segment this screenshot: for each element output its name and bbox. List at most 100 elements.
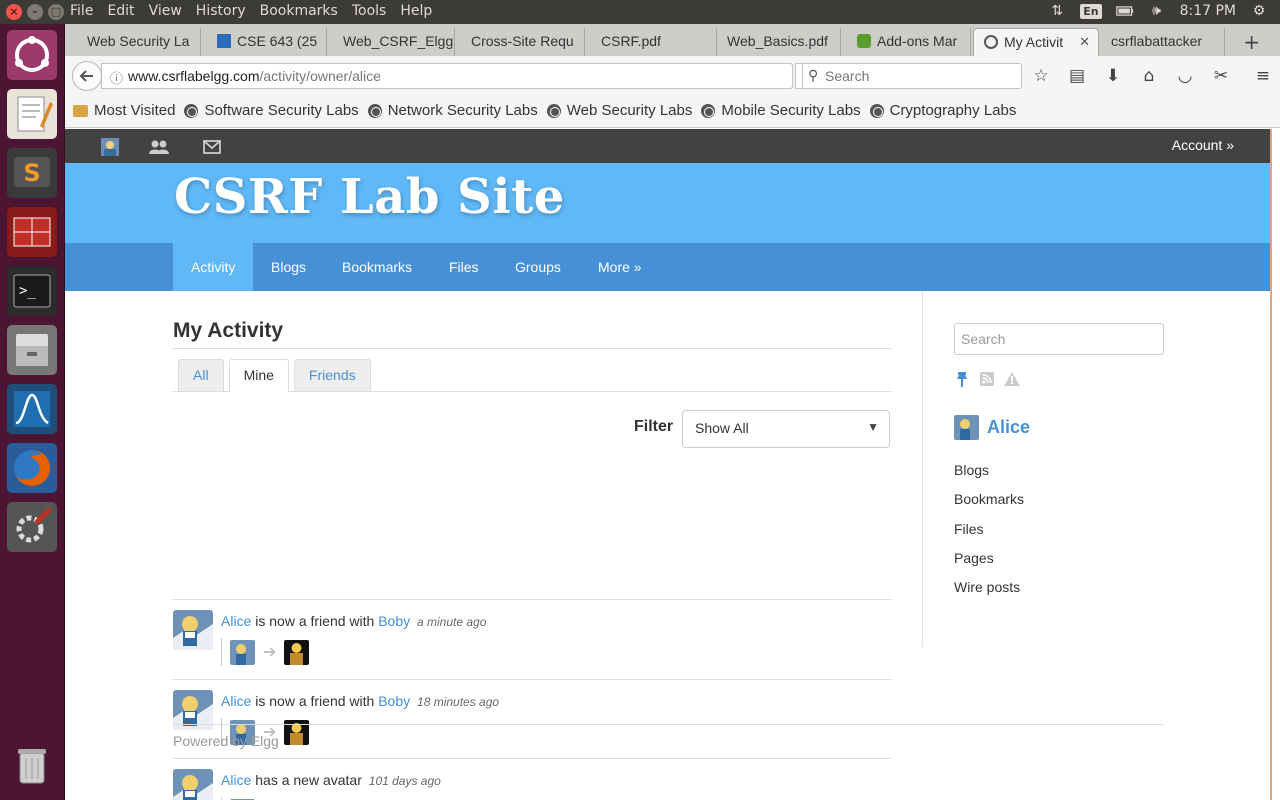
- tab-add-ons-manager[interactable]: Add-ons Mar: [847, 28, 971, 56]
- bookmark-web-security-labs[interactable]: Web Security Labs: [546, 102, 692, 119]
- pocket-icon[interactable]: ◡: [1174, 65, 1196, 87]
- info-icon[interactable]: ⓘ: [110, 68, 123, 87]
- terminal-icon[interactable]: >_: [7, 266, 57, 316]
- menu-edit[interactable]: Edit: [107, 3, 134, 19]
- window-minimize-button[interactable]: –: [27, 4, 43, 20]
- tab-friends[interactable]: Friends: [293, 359, 371, 391]
- keyboard-layout-indicator[interactable]: En: [1080, 3, 1102, 19]
- new-tab-button[interactable]: +: [1243, 30, 1260, 54]
- object-link[interactable]: Boby: [378, 693, 410, 709]
- owner-menu-pages[interactable]: Pages: [954, 550, 1024, 579]
- wireshark-icon[interactable]: [7, 384, 57, 434]
- bookmark-most-visited[interactable]: Most Visited: [73, 102, 175, 119]
- user-avatar-icon[interactable]: [99, 136, 121, 158]
- alice-avatar[interactable]: [173, 769, 213, 800]
- nav-bookmarks[interactable]: Bookmarks: [324, 243, 430, 291]
- menu-bookmarks[interactable]: Bookmarks: [260, 3, 338, 19]
- subject-link[interactable]: Alice: [221, 613, 251, 629]
- url-bar[interactable]: ⓘ www.csrflabelgg.com/activity/owner/ali…: [101, 63, 793, 89]
- owner-name-link[interactable]: Alice: [987, 417, 1030, 438]
- globe-icon: [184, 103, 199, 118]
- menu-view[interactable]: View: [149, 3, 182, 19]
- hamburger-menu-icon[interactable]: ≡: [1252, 65, 1274, 87]
- river-verb: is now a friend with: [255, 693, 375, 709]
- bookmark-mobile-security-labs[interactable]: Mobile Security Labs: [701, 102, 861, 119]
- terminal-red-icon[interactable]: [7, 207, 57, 257]
- site-title[interactable]: CSRF Lab Site: [174, 169, 565, 225]
- reading-list-icon[interactable]: ▤: [1066, 65, 1088, 87]
- gear-icon[interactable]: ⚙: [1250, 2, 1268, 20]
- ubuntu-dash-icon[interactable]: [7, 30, 57, 80]
- puzzle-icon: [857, 34, 871, 48]
- tab-web-csrf-elgg[interactable]: Web_CSRF_Elgg: [333, 28, 455, 56]
- sidebar: Search Alice Blogs Bookmarks Files Pages…: [922, 291, 1205, 647]
- firefox-icon[interactable]: [7, 443, 57, 493]
- boby-thumbnail[interactable]: [284, 639, 310, 665]
- volume-icon[interactable]: 🕪: [1148, 2, 1166, 20]
- menu-file[interactable]: File: [70, 3, 93, 19]
- owner-menu-bookmarks[interactable]: Bookmarks: [954, 491, 1024, 520]
- bookmark-star-icon[interactable]: ☆: [1030, 65, 1052, 87]
- tab-label: Web_CSRF_Elgg: [343, 33, 454, 49]
- menu-tools[interactable]: Tools: [352, 3, 387, 19]
- nav-activity[interactable]: Activity: [173, 243, 254, 291]
- alice-thumbnail[interactable]: [230, 639, 255, 665]
- tab-csrflabattacker[interactable]: csrflabattacker: [1101, 28, 1225, 56]
- tab-cross-site-request[interactable]: Cross-Site Requ: [461, 28, 585, 56]
- tab-mine[interactable]: Mine: [228, 359, 289, 392]
- window-close-button[interactable]: ×: [6, 4, 22, 20]
- messages-icon[interactable]: [201, 136, 223, 158]
- back-button[interactable]: [72, 61, 102, 91]
- tab-all[interactable]: All: [178, 359, 224, 391]
- owner-menu: Blogs Bookmarks Files Pages Wire posts: [954, 462, 1024, 608]
- bookmark-network-security-labs[interactable]: Network Security Labs: [367, 102, 538, 119]
- object-link[interactable]: Boby: [378, 613, 410, 629]
- bookmark-software-security-labs[interactable]: Software Security Labs: [184, 102, 359, 119]
- subject-link[interactable]: Alice: [221, 693, 251, 709]
- trash-icon[interactable]: [7, 740, 57, 790]
- nav-files[interactable]: Files: [431, 243, 497, 291]
- battery-icon[interactable]: [1115, 2, 1134, 20]
- text-editor-icon[interactable]: [7, 89, 57, 139]
- system-settings-icon[interactable]: [7, 502, 57, 552]
- subject-link[interactable]: Alice: [221, 772, 251, 788]
- downloads-icon[interactable]: ⬇: [1102, 65, 1124, 87]
- sublime-text-icon[interactable]: S: [7, 148, 57, 198]
- river-item: Alice is now a friend with Boby a minute…: [173, 599, 891, 679]
- tab-cse643[interactable]: CSE 643 (25: [207, 28, 327, 56]
- river-timestamp: 101 days ago: [368, 774, 441, 788]
- menu-help[interactable]: Help: [400, 3, 432, 19]
- tab-my-activity[interactable]: My Activit ✕: [973, 28, 1099, 56]
- owner-menu-wire-posts[interactable]: Wire posts: [954, 579, 1024, 608]
- browser-search-placeholder: Search: [825, 68, 870, 84]
- network-icon[interactable]: ⇅: [1048, 2, 1066, 20]
- files-icon[interactable]: [7, 325, 57, 375]
- alice-avatar[interactable]: [173, 610, 213, 650]
- rss-icon[interactable]: [979, 371, 995, 387]
- home-icon[interactable]: ⌂: [1138, 65, 1160, 87]
- filter-select[interactable]: Show All ▼: [682, 410, 890, 448]
- tab-csrf-pdf[interactable]: CSRF.pdf: [591, 28, 717, 56]
- nav-blogs[interactable]: Blogs: [253, 243, 324, 291]
- system-clock[interactable]: 8:17 PM: [1180, 3, 1236, 19]
- pin-icon[interactable]: [954, 371, 970, 387]
- nav-groups[interactable]: Groups: [497, 243, 579, 291]
- owner-menu-blogs[interactable]: Blogs: [954, 462, 1024, 491]
- tab-web-basics-pdf[interactable]: Web_Basics.pdf: [717, 28, 841, 56]
- report-warning-icon[interactable]: [1004, 371, 1020, 387]
- bookmark-cryptography-labs[interactable]: Cryptography Labs: [869, 102, 1016, 119]
- nav-more[interactable]: More »: [580, 243, 660, 291]
- tab-label: Add-ons Mar: [877, 33, 958, 49]
- close-tab-icon[interactable]: ✕: [1079, 34, 1090, 50]
- menu-history[interactable]: History: [196, 3, 246, 19]
- account-menu-link[interactable]: Account »: [1172, 137, 1234, 153]
- tab-web-security-labs[interactable]: Web Security La: [77, 28, 201, 56]
- friends-icon[interactable]: [148, 136, 170, 158]
- footer-powered-by[interactable]: Powered by Elgg: [173, 733, 279, 749]
- sidebar-search-input[interactable]: Search: [954, 323, 1164, 355]
- owner-menu-files[interactable]: Files: [954, 521, 1024, 550]
- alice-avatar[interactable]: [954, 415, 979, 440]
- window-maximize-button[interactable]: □: [48, 4, 64, 20]
- extension-icon[interactable]: ✂: [1210, 65, 1232, 87]
- browser-search-input[interactable]: ⚲ Search: [802, 63, 1022, 89]
